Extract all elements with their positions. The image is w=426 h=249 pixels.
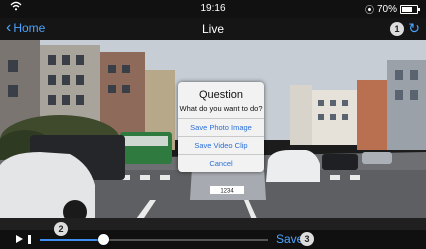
save-video-button[interactable]: Save Video Clip (178, 136, 264, 154)
dialog-message: What do you want to do? (179, 104, 263, 113)
nav-bar: ‹ Home Live 1 ↻ (0, 18, 426, 40)
page-title: Live (201, 22, 224, 36)
battery-icon (400, 5, 420, 14)
status-right: ⦿ 70% (364, 3, 420, 16)
save-photo-button[interactable]: Save Photo Image (178, 118, 264, 136)
progress-track[interactable] (40, 239, 268, 241)
pause-icon[interactable] (28, 235, 31, 244)
dialog-title: Question (198, 89, 244, 101)
dashcam-live-screen: 19:16 ⦿ 70% ‹ Home Live 1 ↻ 1234 Questio… (0, 0, 426, 249)
refresh-icon[interactable]: ↻ (408, 20, 420, 37)
battery-percent: 70% (376, 4, 397, 15)
callout-badge-2: 2 (54, 222, 68, 236)
progress-thumb[interactable] (98, 234, 110, 245)
playback-controls: 2 Save 3 (0, 222, 426, 249)
question-dialog: Question What do you want to do? Save Ph… (178, 82, 264, 172)
status-time: 19:16 (200, 3, 226, 14)
callout-badge-1: 1 (390, 22, 404, 36)
play-icon[interactable] (16, 235, 23, 243)
callout-badge-3: 3 (300, 232, 314, 246)
license-plate: 1234 (220, 189, 234, 195)
progress-fill (40, 239, 104, 241)
status-bar: 19:16 ⦿ 70% (0, 0, 426, 18)
rotation-lock-icon: ⦿ (364, 5, 374, 15)
cancel-button[interactable]: Cancel (178, 154, 264, 172)
